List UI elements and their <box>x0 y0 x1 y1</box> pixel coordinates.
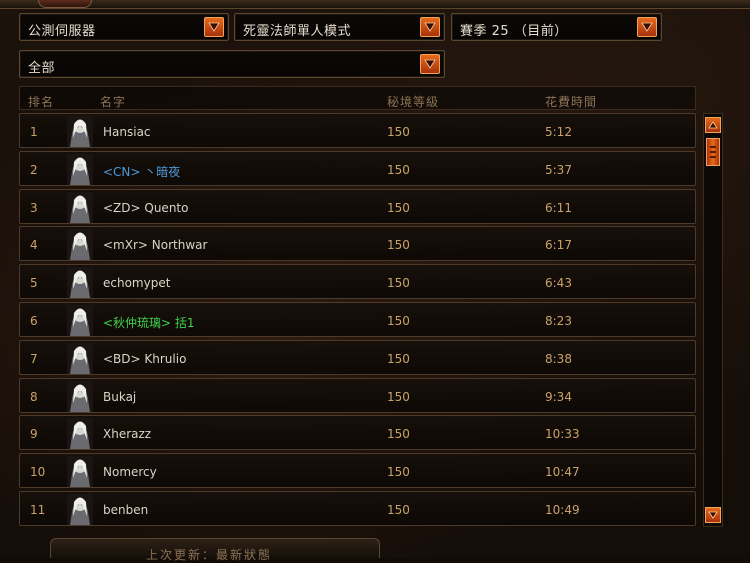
column-header-rank[interactable]: 排名 <box>28 93 54 110</box>
table-row[interactable]: 11 benben 150 10:49 <box>19 491 696 526</box>
server-dropdown[interactable]: 公測伺服器 <box>19 13 229 41</box>
column-header-name[interactable]: 名字 <box>100 93 126 110</box>
time-spent-cell: 5:37 <box>545 162 572 177</box>
table-row[interactable]: 6 <秋仲琉璃> 括1 150 8:23 <box>19 302 696 337</box>
column-header-level[interactable]: 秘境等級 <box>387 93 439 110</box>
rank-cell: 9 <box>30 427 38 442</box>
server-dropdown-value: 公測伺服器 <box>28 24 96 39</box>
arrow-up-icon[interactable] <box>705 117 721 133</box>
rank-cell: 8 <box>30 389 38 404</box>
player-name[interactable]: <CN> 丶暗夜 <box>103 163 180 180</box>
rank-cell: 5 <box>30 276 38 291</box>
scrollbar-thumb[interactable] <box>706 138 720 166</box>
rank-cell: 2 <box>30 162 38 177</box>
table-row[interactable]: 7 <BD> Khrulio 150 8:38 <box>19 339 696 375</box>
rift-level-cell: 150 <box>387 389 410 404</box>
rift-level-cell: 150 <box>387 503 410 517</box>
time-spent-cell: 10:49 <box>545 503 580 517</box>
table-row[interactable]: 2 <CN> 丶暗夜 150 5:37 <box>19 150 696 186</box>
necromancer-portrait-icon <box>67 380 93 412</box>
class-filter-dropdown[interactable]: 全部 <box>19 50 445 78</box>
time-spent-cell: 6:11 <box>545 200 572 215</box>
rift-level-cell: 150 <box>387 427 410 442</box>
rift-level-cell: 150 <box>387 162 410 177</box>
scrollbar[interactable] <box>703 113 723 527</box>
time-spent-cell: 9:34 <box>545 389 572 404</box>
player-name[interactable]: Bukaj <box>103 390 136 404</box>
rank-cell: 1 <box>30 125 38 139</box>
player-name[interactable]: <mXr> Northwar <box>103 238 207 252</box>
mode-dropdown-value: 死靈法師單人模式 <box>243 24 352 39</box>
class-filter-value: 全部 <box>28 61 56 76</box>
time-spent-cell: 6:43 <box>545 276 572 291</box>
rift-level-cell: 150 <box>387 200 410 215</box>
rank-cell: 4 <box>30 238 38 253</box>
player-name[interactable]: <秋仲琉璃> 括1 <box>103 314 195 331</box>
season-dropdown[interactable]: 賽季 25 （目前） <box>451 13 662 41</box>
table-row[interactable]: 1 Hansiac 150 5:12 <box>19 113 696 148</box>
table-row[interactable]: 5 echomypet 150 6:43 <box>19 264 696 300</box>
table-row[interactable]: 4 <mXr> Northwar 150 6:17 <box>19 226 696 262</box>
chevron-down-icon[interactable] <box>204 17 224 37</box>
rift-level-cell: 150 <box>387 351 410 366</box>
frame-ornament <box>38 0 92 8</box>
chevron-down-icon[interactable] <box>420 17 440 37</box>
rift-level-cell: 150 <box>387 465 410 480</box>
player-name[interactable]: Nomercy <box>103 465 157 479</box>
time-spent-cell: 10:33 <box>545 427 580 442</box>
rift-level-cell: 150 <box>387 238 410 253</box>
time-spent-cell: 10:47 <box>545 465 580 480</box>
necromancer-portrait-icon <box>67 267 93 299</box>
time-spent-cell: 6:17 <box>545 238 572 253</box>
rank-cell: 10 <box>30 465 46 480</box>
necromancer-portrait-icon <box>67 456 93 488</box>
table-row[interactable]: 10 Nomercy 150 10:47 <box>19 453 696 489</box>
necromancer-portrait-icon <box>67 191 93 223</box>
rank-cell: 7 <box>30 351 38 366</box>
necromancer-portrait-icon <box>67 342 93 374</box>
necromancer-portrait-icon <box>67 116 93 147</box>
time-spent-cell: 8:38 <box>545 351 572 366</box>
mode-dropdown[interactable]: 死靈法師單人模式 <box>234 13 445 41</box>
necromancer-portrait-icon <box>67 494 93 525</box>
season-dropdown-value: 賽季 25 （目前） <box>460 24 568 39</box>
table-header: 排名 名字 秘境等級 花費時間 <box>19 86 696 110</box>
player-name[interactable]: <ZD> Quento <box>103 201 188 215</box>
necromancer-portrait-icon <box>67 153 93 185</box>
table-row[interactable]: 9 Xherazz 150 10:33 <box>19 415 696 451</box>
last-updated-text: 上次更新：最新狀態 <box>146 548 273 562</box>
footer-tab: 上次更新：最新狀態 <box>50 538 380 562</box>
time-spent-cell: 5:12 <box>545 125 572 139</box>
leaderboard-list: 1 Hansiac 150 5:12 2 <CN> 丶暗夜 150 5:37 3 <ZD> Que… <box>19 113 696 528</box>
player-name[interactable]: <BD> Khrulio <box>103 352 186 366</box>
player-name[interactable]: Xherazz <box>103 427 151 441</box>
necromancer-portrait-icon <box>67 418 93 450</box>
chevron-down-icon[interactable] <box>637 17 657 37</box>
player-name[interactable]: echomypet <box>103 276 170 290</box>
chevron-down-icon[interactable] <box>420 54 440 74</box>
top-frame <box>0 0 750 9</box>
rank-cell: 6 <box>30 314 38 328</box>
player-name[interactable]: Hansiac <box>103 125 151 139</box>
necromancer-portrait-icon <box>67 305 93 336</box>
player-name[interactable]: benben <box>103 503 148 517</box>
table-row[interactable]: 8 Bukaj 150 9:34 <box>19 377 696 413</box>
table-row[interactable]: 3 <ZD> Quento 150 6:11 <box>19 188 696 224</box>
rank-cell: 3 <box>30 200 38 215</box>
rift-level-cell: 150 <box>387 276 410 291</box>
time-spent-cell: 8:23 <box>545 314 572 328</box>
rift-level-cell: 150 <box>387 314 410 328</box>
column-header-time[interactable]: 花費時間 <box>545 93 597 110</box>
arrow-down-icon[interactable] <box>705 507 721 523</box>
necromancer-portrait-icon <box>67 229 93 261</box>
rift-level-cell: 150 <box>387 125 410 139</box>
rank-cell: 11 <box>30 503 46 517</box>
